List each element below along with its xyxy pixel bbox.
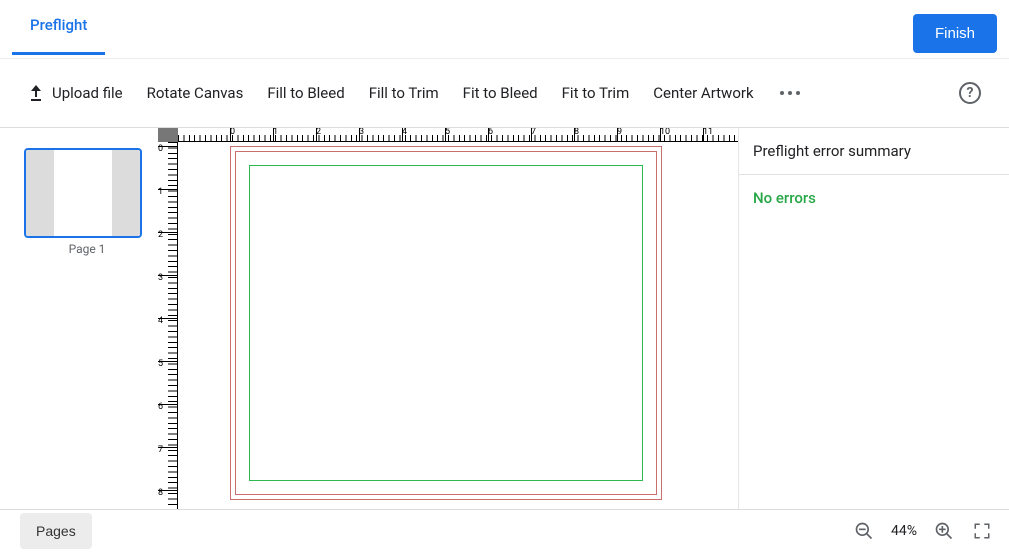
ruler-h-tick: 5 (445, 128, 450, 137)
ruler-h-tick: 1 (273, 128, 278, 137)
zoom-out-icon[interactable] (853, 520, 875, 542)
fill-to-bleed-button[interactable]: Fill to Bleed (267, 84, 344, 102)
ruler-v-tick: 6 (158, 402, 163, 412)
preflight-status: No errors (753, 189, 995, 207)
ruler-h-tick: 4 (402, 128, 407, 137)
upload-file-label: Upload file (52, 84, 123, 102)
zoom-in-icon[interactable] (933, 520, 955, 542)
ruler-v-tick: 5 (158, 359, 163, 369)
ruler-v-tick: 3 (158, 273, 163, 283)
zoom-controls: 44% (853, 520, 993, 542)
fit-to-trim-button[interactable]: Fit to Trim (562, 84, 630, 102)
safe-box (249, 165, 643, 481)
ruler-vertical: 0 1 2 3 4 5 6 7 8 (158, 142, 178, 509)
upload-icon (28, 85, 44, 101)
upload-file-button[interactable]: Upload file (28, 84, 123, 102)
ruler-horizontal: 0 1 2 3 4 5 6 7 8 9 10 11 (178, 128, 738, 142)
fullscreen-icon[interactable] (971, 520, 993, 542)
rotate-canvas-button[interactable]: Rotate Canvas (147, 84, 244, 102)
ruler-v-tick: 7 (158, 445, 163, 455)
ruler-h-tick: 7 (531, 128, 536, 137)
preflight-panel-title: Preflight error summary (739, 128, 1009, 175)
header: Preflight Finish (0, 0, 1009, 58)
ruler-v-tick: 2 (158, 230, 163, 240)
page-thumbnail-1-label: Page 1 (24, 242, 150, 256)
help-icon[interactable]: ? (959, 82, 981, 104)
preflight-panel: Preflight error summary No errors (739, 128, 1009, 509)
ruler-v-tick: 4 (158, 316, 163, 326)
footer: Pages 44% (0, 510, 1009, 552)
ruler-h-tick: 11 (703, 128, 713, 137)
ruler-h-tick: 3 (359, 128, 364, 137)
ruler-v-tick: 0 (158, 144, 163, 154)
ruler-h-tick: 2 (316, 128, 321, 137)
preflight-panel-body: No errors (739, 175, 1009, 221)
fill-to-trim-button[interactable]: Fill to Trim (369, 84, 439, 102)
ruler-h-tick: 9 (617, 128, 622, 137)
toolbar: Upload file Rotate Canvas Fill to Bleed … (0, 58, 1009, 128)
fit-to-bleed-button[interactable]: Fit to Bleed (463, 84, 538, 102)
bleed-box (230, 146, 662, 500)
ruler-h-tick: 6 (488, 128, 493, 137)
ruler-h-tick: 10 (660, 128, 670, 137)
center-artwork-button[interactable]: Center Artwork (653, 84, 753, 102)
thumbnail-panel: Page 1 (0, 128, 158, 509)
main-area: Page 1 0 1 2 3 4 5 6 7 8 9 10 11 0 1 2 3 4 5 6 7 8 Prefligh… (0, 128, 1009, 510)
canvas-area[interactable]: 0 1 2 3 4 5 6 7 8 9 10 11 0 1 2 3 4 5 6 7 8 (158, 128, 739, 509)
tab-preflight[interactable]: Preflight (12, 14, 105, 55)
ruler-v-tick: 8 (158, 488, 163, 498)
ruler-v-tick: 1 (158, 187, 163, 197)
more-actions-button[interactable] (778, 87, 802, 99)
zoom-level-label: 44% (891, 523, 917, 539)
ruler-h-tick: 8 (574, 128, 579, 137)
ruler-corner (158, 128, 178, 142)
ruler-h-tick: 0 (230, 128, 235, 137)
finish-button[interactable]: Finish (913, 14, 997, 53)
pages-button[interactable]: Pages (20, 513, 92, 549)
page-thumbnail-1[interactable] (24, 148, 142, 238)
